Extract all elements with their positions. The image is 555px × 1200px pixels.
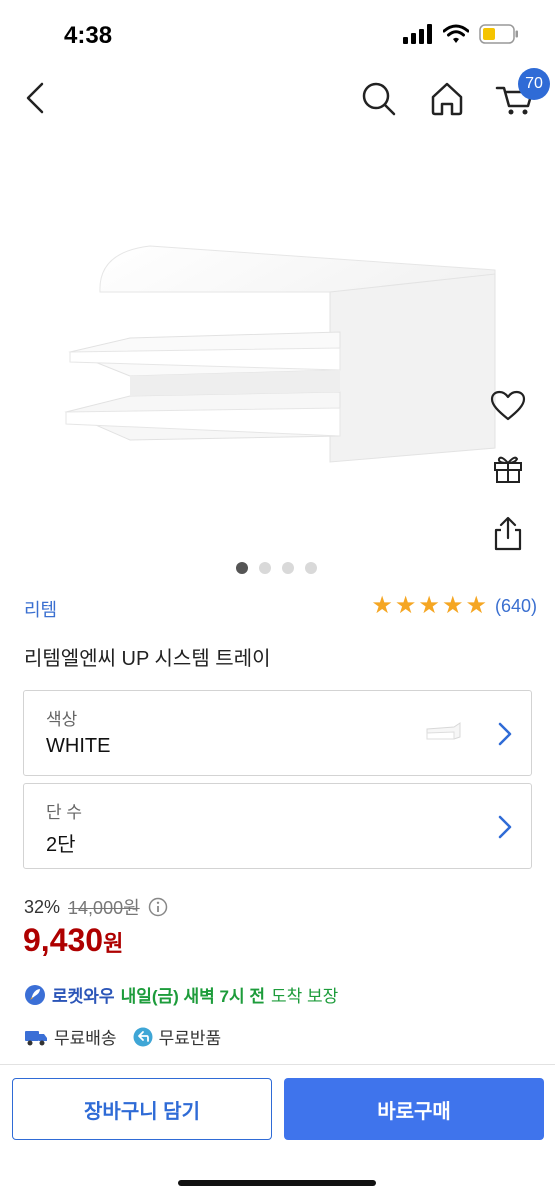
benefit-free-shipping: 무료배송	[24, 1024, 117, 1049]
option-label: 단 수	[46, 803, 83, 822]
heart-icon	[490, 390, 526, 421]
delivery-eta: 내일(금) 새벽 7시 전	[120, 987, 265, 1006]
nav-bar	[0, 70, 555, 126]
rocket-wow-label: 로켓와우	[52, 987, 115, 1006]
brand-link[interactable]: 리템	[24, 596, 57, 622]
star-icon: ★	[371, 592, 393, 619]
search-button[interactable]	[360, 78, 398, 118]
sale-price: 9,430원	[23, 922, 123, 959]
original-price: 14,000원	[68, 898, 140, 918]
option-value: 2단	[46, 834, 76, 856]
add-to-cart-button[interactable]: 장바구니 담기	[12, 1078, 272, 1140]
search-icon	[362, 82, 396, 116]
option-label: 색상	[46, 710, 78, 729]
option-thumbnail	[426, 722, 461, 740]
pager-dot[interactable]	[305, 562, 317, 574]
product-image[interactable]	[40, 200, 510, 500]
review-count[interactable]: (640)	[495, 596, 537, 617]
product-tray-image	[64, 245, 496, 463]
info-icon[interactable]	[148, 897, 168, 917]
star-icon: ★	[394, 592, 417, 619]
option-value: WHITE	[46, 735, 111, 757]
benefits: 무료배송 무료반품	[24, 1024, 229, 1049]
status-icons	[403, 24, 519, 44]
wifi-icon	[443, 24, 469, 43]
buy-now-button[interactable]: 바로구매	[284, 1078, 544, 1140]
home-icon	[431, 82, 463, 116]
star-icon: ★	[418, 592, 440, 619]
chevron-right-icon	[498, 722, 512, 746]
chevron-left-icon	[26, 82, 44, 114]
discount-row: 32% 14,000원	[24, 894, 168, 920]
star-icon: ★	[441, 592, 464, 619]
pager-dot[interactable]	[259, 562, 271, 574]
back-button[interactable]	[18, 78, 54, 118]
gift-button[interactable]	[486, 446, 530, 490]
price-unit: 원	[103, 931, 124, 956]
home-indicator	[178, 1180, 376, 1186]
image-pager	[236, 562, 317, 574]
bottom-divider	[0, 1064, 555, 1065]
truck-icon	[25, 1030, 47, 1045]
rating[interactable]: ★ ★ ★ ★ ★ (640)	[371, 594, 537, 618]
rocket-icon	[25, 984, 45, 1005]
product-title: 리템엘엔씨 UP 시스템 트레이	[24, 648, 271, 670]
wishlist-button[interactable]	[486, 384, 530, 428]
option-color-selector[interactable]: 색상 WHITE	[23, 690, 532, 776]
share-icon	[494, 516, 522, 551]
pager-dot-active[interactable]	[236, 562, 248, 574]
status-time: 4:38	[64, 22, 113, 49]
benefit-label: 무료배송	[54, 1029, 117, 1048]
return-icon	[133, 1027, 153, 1046]
home-button[interactable]	[428, 78, 466, 118]
benefit-free-return: 무료반품	[133, 1024, 222, 1049]
option-tier-selector[interactable]: 단 수 2단	[23, 783, 532, 869]
delivery-guarantee: 도착 보장	[271, 987, 339, 1006]
benefit-label: 무료반품	[158, 1029, 222, 1048]
battery-icon	[479, 24, 518, 44]
status-bar: 4:38	[0, 0, 555, 70]
sale-price-value: 9,430	[23, 922, 104, 958]
pager-dot[interactable]	[282, 562, 294, 574]
star-icon: ★	[465, 592, 487, 619]
delivery-info: 로켓와우 내일(금) 새벽 7시 전 도착 보장	[24, 982, 338, 1007]
signal-icon	[403, 24, 432, 44]
discount-rate: 32%	[24, 896, 61, 917]
chevron-right-icon	[498, 815, 512, 839]
gift-icon	[494, 456, 522, 483]
cart-count-badge: 70	[518, 68, 550, 100]
share-button[interactable]	[486, 512, 530, 556]
